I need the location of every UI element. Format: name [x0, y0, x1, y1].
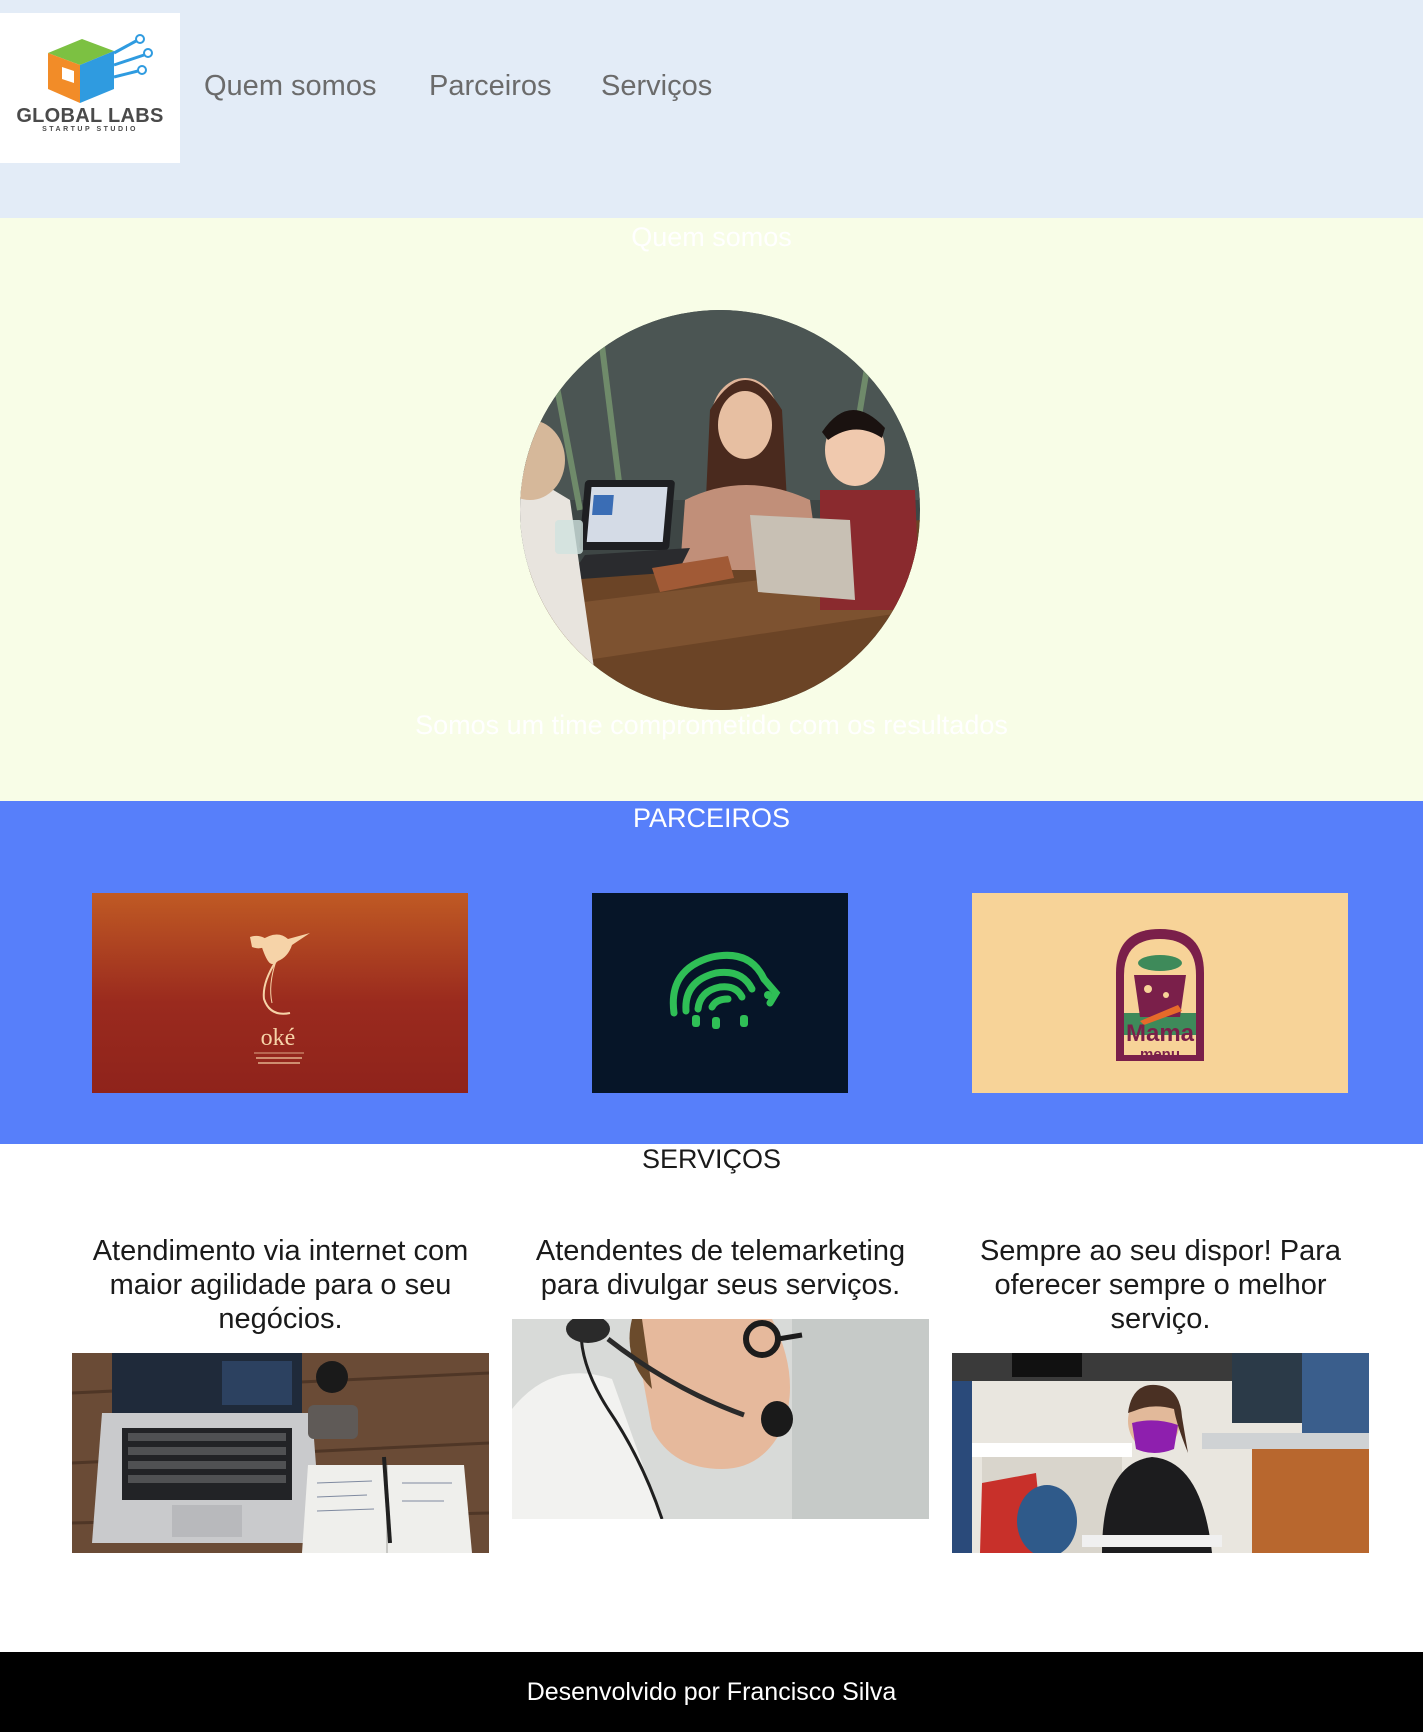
service-description: Atendimento via internet com maior agili… [92, 1235, 469, 1335]
service-description: Atendentes de telemarketing para divulga… [535, 1235, 906, 1301]
about-text: Somos um time comprometido com os result… [415, 710, 1008, 740]
partners-section: PARCEIROS oké Mama menu [0, 801, 1423, 1144]
nav-link-parceiros[interactable]: Parceiros [429, 70, 552, 103]
footer-text: Desenvolvido por Francisco Silva [526, 1678, 897, 1706]
hedgehog-logo-icon [592, 893, 848, 1093]
partner-oke-name: oké [261, 1025, 296, 1051]
partner-hedgehog-card[interactable] [592, 893, 848, 1093]
logo-name: GLOBAL LABS [16, 105, 164, 127]
partner-mama-name: Mama [1126, 1020, 1195, 1047]
service-description: Sempre ao seu dispor! Para oferecer semp… [979, 1235, 1342, 1335]
team-meeting-photo-icon [520, 310, 920, 710]
site-footer: Desenvolvido por Francisco Silva [0, 1652, 1423, 1732]
about-section: Quem somos Somos um time comprometido co… [0, 218, 1423, 801]
logo-cube-icon [48, 34, 153, 103]
masked-worker-photo-icon [952, 1353, 1369, 1553]
partner-mama-menu-card[interactable]: Mama menu [972, 893, 1348, 1093]
hummingbird-logo-icon: oké [92, 893, 468, 1093]
logo[interactable]: GLOBAL LABS STARTUP STUDIO [0, 13, 180, 163]
service-card: Atendentes de telemarketing para divulga… [512, 1234, 929, 1519]
partner-oke-card[interactable]: oké [92, 893, 468, 1093]
partners-title: PARCEIROS [632, 803, 791, 833]
about-title: Quem somos [631, 222, 792, 252]
site-header: GLOBAL LABS STARTUP STUDIO Quem somos Pa… [0, 0, 1423, 218]
partner-mama-sub: menu [1140, 1046, 1180, 1063]
laptop-desk-photo-icon [72, 1353, 489, 1553]
mama-menu-logo-icon: Mama menu [972, 893, 1348, 1093]
service-card: Atendimento via internet com maior agili… [72, 1234, 489, 1553]
headset-agent-photo-icon [512, 1319, 929, 1519]
nav-link-quem-somos[interactable]: Quem somos [204, 70, 376, 103]
service-card: Sempre ao seu dispor! Para oferecer semp… [952, 1234, 1369, 1553]
logo-tagline: STARTUP STUDIO [42, 126, 138, 133]
services-title: SERVIÇOS [641, 1144, 782, 1174]
services-section: SERVIÇOS Atendimento via internet com ma… [0, 1144, 1423, 1652]
nav-link-servicos[interactable]: Serviços [601, 70, 712, 103]
